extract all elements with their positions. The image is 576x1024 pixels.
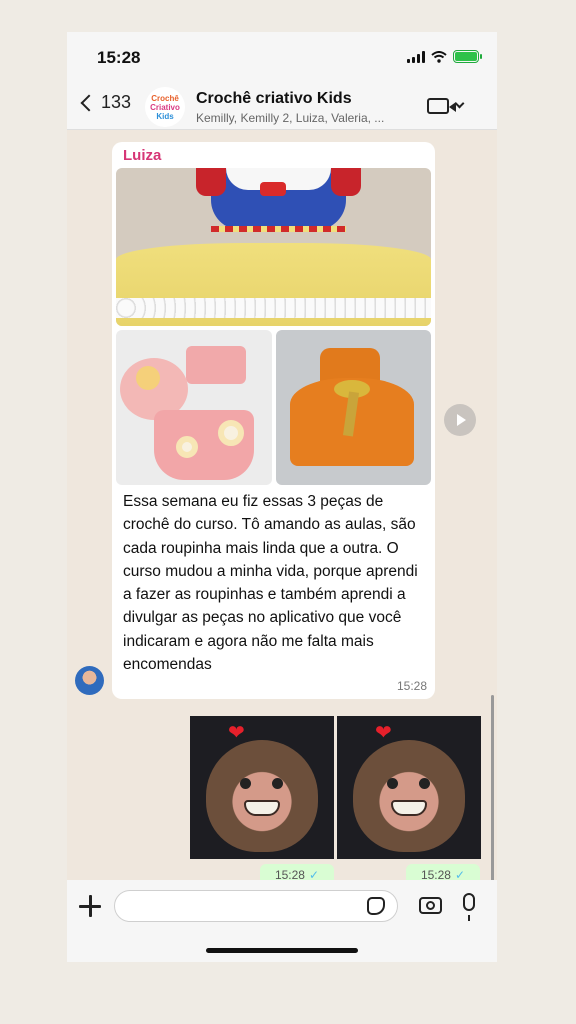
group-avatar-logo-text: Crochê [151,93,179,103]
input-bar [67,880,497,962]
message-time: 15:28 [396,679,427,693]
chat-header: 133 Crochê Criativo Kids Crochê criativo… [67,84,497,130]
forward-icon [457,414,466,426]
camera-icon[interactable] [419,897,442,914]
orange-dress-photo[interactable] [276,330,431,485]
group-members[interactable]: Kemilly, Kemilly 2, Luiza, Valeria, ... [196,111,384,125]
monkey-sticker[interactable]: ❤ [337,716,481,859]
scrollbar[interactable] [491,695,494,910]
heart-icon: ❤ [375,722,392,744]
chat-area[interactable]: Luiza Essa semana eu fiz essas 3 peças d… [67,130,497,910]
status-icons [407,50,482,63]
chevron-left-icon [80,94,98,111]
sender-name[interactable]: Luiza [123,147,161,164]
monkey-face [353,740,465,852]
battery-icon [453,50,482,63]
wifi-icon [431,50,447,63]
message-bubble[interactable]: Luiza Essa semana eu fiz essas 3 peças d… [112,142,435,699]
group-avatar-logo-text: Criativo [150,102,180,112]
monkey-face [206,740,318,852]
group-avatar-logo-text: Kids [156,111,174,121]
monkey-sticker[interactable]: ❤ [190,716,334,859]
group-name[interactable]: Crochê criativo Kids [196,90,352,108]
home-indicator [206,948,358,953]
sender-avatar[interactable] [75,666,104,695]
unread-count: 133 [101,92,132,112]
status-time: 15:28 [97,48,141,67]
heart-icon: ❤ [228,722,245,744]
status-bar: 15:28 [67,32,497,84]
microphone-icon[interactable] [463,893,475,921]
forward-button[interactable] [444,404,476,436]
group-avatar[interactable]: Crochê Criativo Kids [145,87,185,127]
pink-set-photo[interactable] [116,330,272,485]
plus-icon[interactable] [79,895,101,917]
dress-photo-yellow[interactable] [116,168,431,326]
video-call-icon[interactable] [427,98,456,114]
phone-screen: 15:28 133 Crochê Criativo Kids Crochê cr… [67,32,497,962]
message-input[interactable] [114,890,398,922]
signal-icon [407,50,425,63]
back-button[interactable]: 133 [79,92,131,113]
message-text: Essa semana eu fiz essas 3 peças de croc… [123,493,418,674]
chevron-down-icon[interactable] [454,98,465,109]
